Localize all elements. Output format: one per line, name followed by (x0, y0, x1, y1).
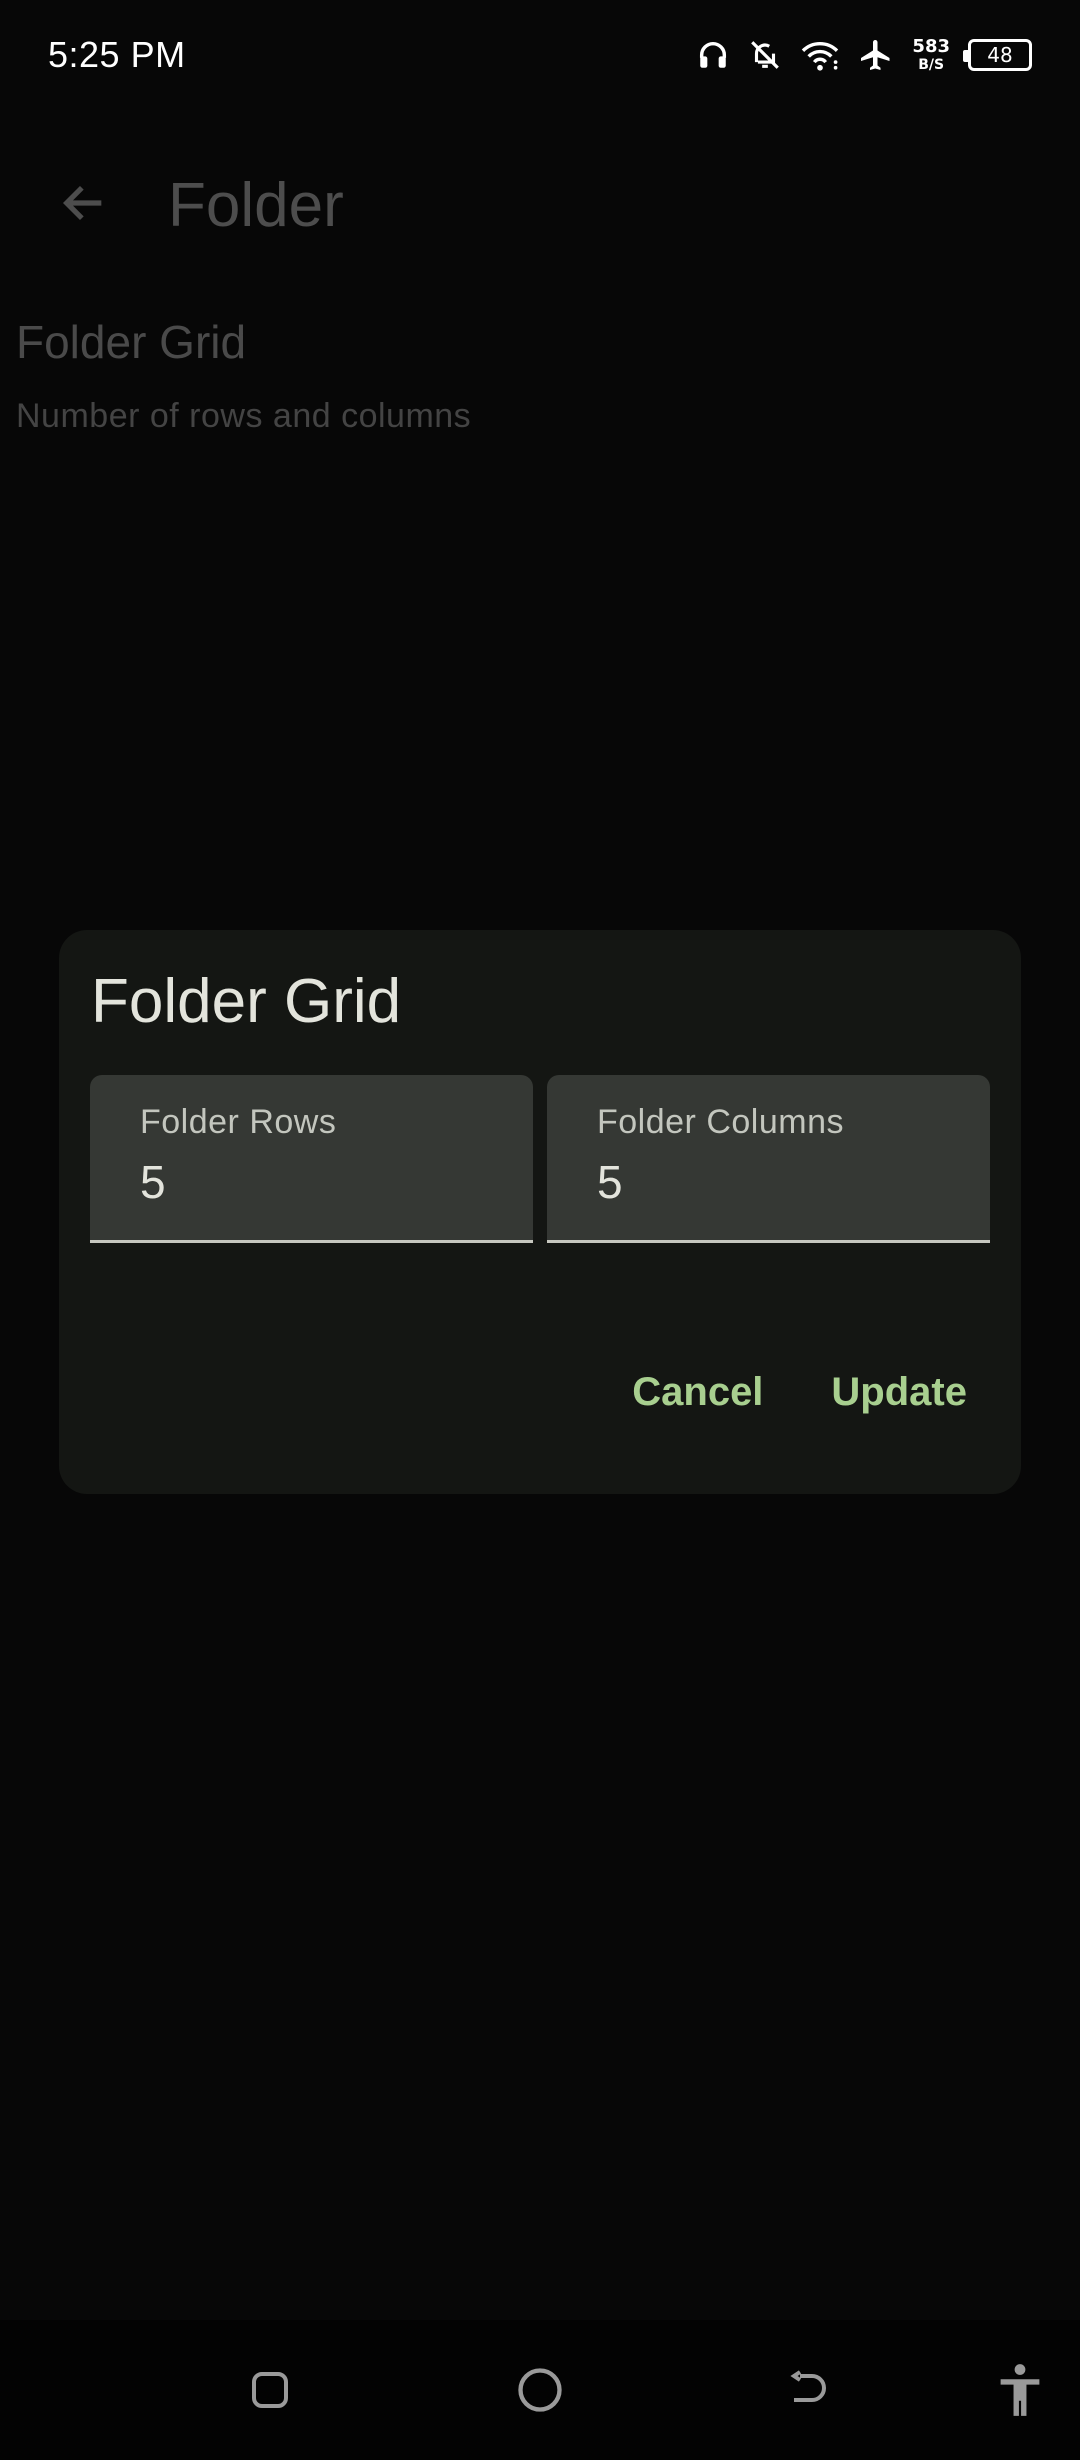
dialog-actions: Cancel Update (618, 1360, 981, 1425)
preference-folder-grid[interactable]: Folder Grid Number of rows and columns (16, 315, 1056, 436)
folder-columns-label: Folder Columns (597, 1103, 844, 1141)
home-icon (518, 2368, 562, 2412)
accessibility-button[interactable] (990, 2360, 1050, 2420)
folder-rows-field[interactable]: Folder Rows 5 (90, 1075, 533, 1243)
status-time: 5:25 PM (48, 34, 186, 75)
navigation-bar (0, 2320, 1080, 2460)
network-speed: 583 B/S (912, 36, 950, 73)
dialog-title: Folder Grid (91, 967, 402, 1036)
update-button[interactable]: Update (817, 1360, 981, 1425)
folder-columns-field[interactable]: Folder Columns 5 (547, 1075, 990, 1243)
cancel-button[interactable]: Cancel (618, 1360, 777, 1425)
notifications-off-icon (748, 38, 782, 72)
battery-level: 48 (987, 43, 1013, 67)
status-bar: 5:25 PM 583 B/S 48 (0, 0, 1080, 110)
home-button[interactable] (510, 2360, 570, 2420)
preference-summary: Number of rows and columns (16, 397, 472, 435)
back-icon (790, 2370, 826, 2402)
arrow-back-icon (62, 185, 102, 221)
back-button[interactable] (44, 168, 124, 238)
preference-title: Folder Grid (16, 316, 247, 368)
page-title: Folder (168, 171, 344, 240)
battery-icon: 48 (963, 39, 1032, 71)
screen: 5:25 PM 583 B/S 48 Folder Folder Grid Nu… (0, 0, 1080, 2460)
accessibility-icon (1000, 2364, 1040, 2416)
headset-icon (696, 38, 730, 72)
status-icons: 583 B/S 48 (696, 37, 1032, 73)
airplane-mode-icon (858, 37, 894, 73)
folder-rows-value[interactable]: 5 (140, 1155, 166, 1209)
folder-rows-label: Folder Rows (140, 1103, 337, 1141)
app-bar: Folder (0, 148, 1080, 258)
recents-icon (252, 2372, 288, 2408)
folder-grid-dialog: Folder Grid Folder Rows 5 Folder Columns… (59, 930, 1021, 1494)
recents-button[interactable] (240, 2360, 300, 2420)
wifi-icon (800, 38, 840, 72)
nav-back-button[interactable] (778, 2360, 838, 2420)
folder-columns-value[interactable]: 5 (597, 1155, 623, 1209)
